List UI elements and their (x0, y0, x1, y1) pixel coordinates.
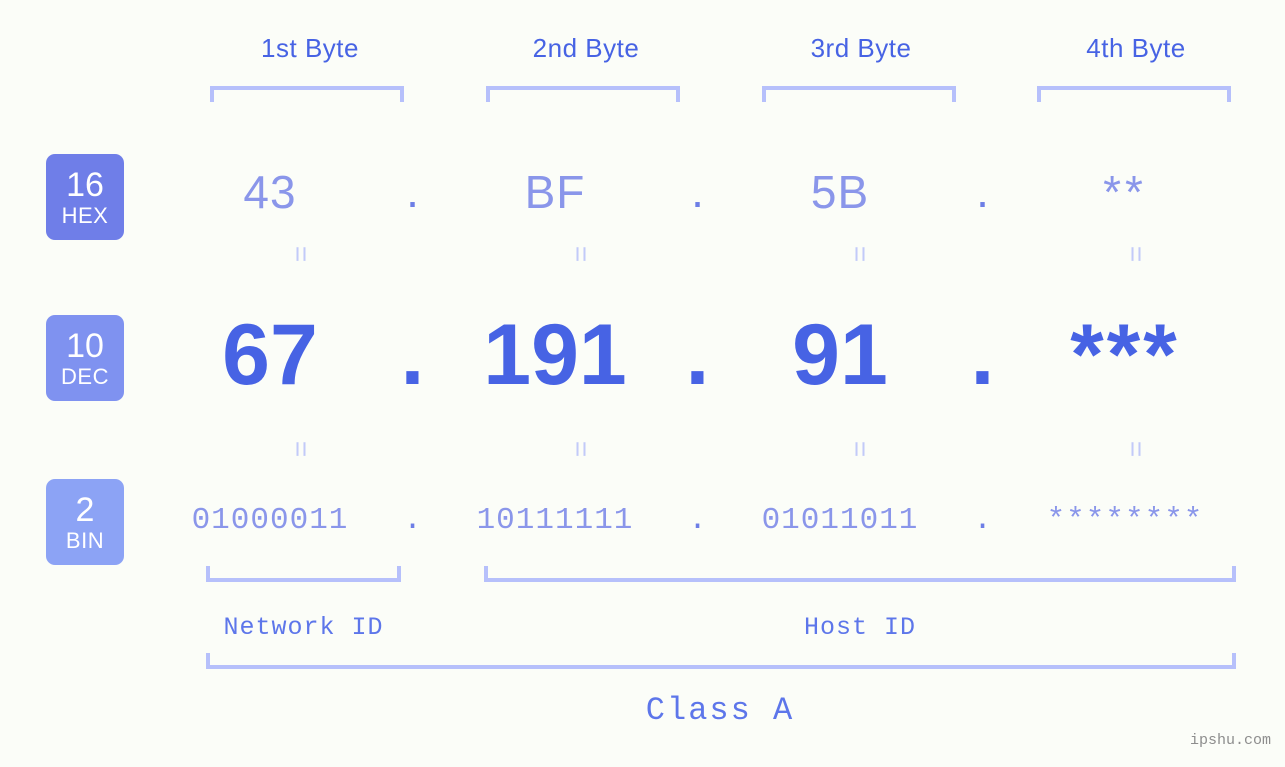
bin-byte-4: ******** (1046, 502, 1204, 538)
base-badge-dec-number: 10 (66, 326, 104, 365)
base-badge-hex: 16 HEX (46, 154, 124, 240)
base-badge-bin-name: BIN (65, 527, 105, 553)
hex-value-row: 43 . BF . 5B . ** (150, 152, 1285, 232)
dec-separator-2: . (685, 306, 710, 403)
hex-byte-1: 43 (243, 166, 297, 218)
bin-separator-2: . (688, 502, 707, 538)
network-id-bracket (206, 566, 401, 582)
bin-separator-1: . (403, 502, 422, 538)
base-badge-hex-number: 16 (66, 165, 104, 204)
byte-bracket-2 (486, 86, 680, 102)
dec-byte-2: 191 (483, 306, 627, 403)
host-id-bracket (484, 566, 1236, 582)
dec-value-row: 67 . 191 . 91 . *** (150, 300, 1285, 410)
bin-byte-3: 01011011 (761, 502, 919, 538)
hex-separator-3: . (976, 165, 989, 218)
site-watermark: ipshu.com (1189, 732, 1271, 749)
byte-bracket-4 (1037, 86, 1231, 102)
byte-header-2: 2nd Byte (532, 33, 640, 63)
hex-byte-2: BF (524, 166, 586, 218)
hex-separator-2: . (691, 165, 704, 218)
byte-header-1: 1st Byte (261, 33, 359, 63)
byte-header-3: 3rd Byte (810, 33, 912, 63)
network-id-label: Network ID (223, 613, 384, 642)
ip-address-breakdown-diagram: 1st Byte 2nd Byte 3rd Byte 4th Byte 16 H… (0, 0, 1285, 767)
base-badge-dec-name: DEC (61, 363, 109, 389)
byte-header-4: 4th Byte (1086, 33, 1186, 63)
host-id-label: Host ID (803, 613, 917, 642)
byte-bracket-1 (210, 86, 404, 102)
class-label: Class A (645, 692, 795, 729)
base-badge-hex-name: HEX (61, 202, 109, 228)
byte-bracket-3 (762, 86, 956, 102)
dec-byte-1: 67 (222, 306, 318, 403)
base-badge-bin-number: 2 (75, 490, 95, 529)
bin-byte-2: 10111111 (476, 502, 634, 538)
base-badge-bin: 2 BIN (46, 479, 124, 565)
bin-separator-3: . (973, 502, 992, 538)
bin-byte-1: 01000011 (191, 502, 349, 538)
hex-byte-3: 5B (810, 166, 870, 218)
dec-separator-1: . (400, 306, 425, 403)
hex-separator-1: . (406, 165, 419, 218)
dec-byte-3: 91 (792, 306, 888, 403)
base-badge-dec: 10 DEC (46, 315, 124, 401)
class-bracket (206, 653, 1236, 669)
dec-separator-3: . (970, 306, 995, 403)
bin-value-row: 01000011 . 10111111 . 01011011 . *******… (150, 492, 1285, 548)
